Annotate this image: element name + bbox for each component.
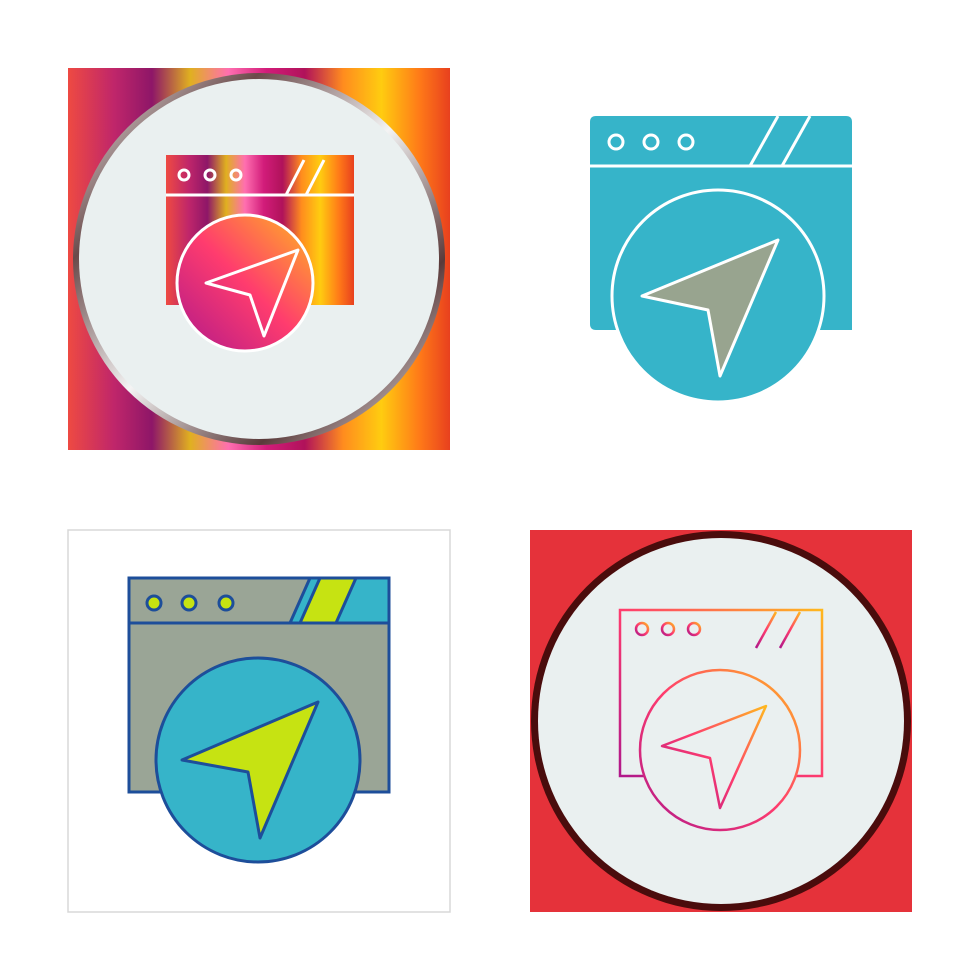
browser-navigation-glyph-icon: [590, 115, 852, 404]
browser-navigation-gradient-line-badge-icon: [530, 530, 912, 912]
browser-navigation-filled-outline-icon: [67, 529, 451, 913]
browser-navigation-gradient-badge-icon: [68, 68, 450, 450]
icon-sheet: [0, 0, 980, 980]
